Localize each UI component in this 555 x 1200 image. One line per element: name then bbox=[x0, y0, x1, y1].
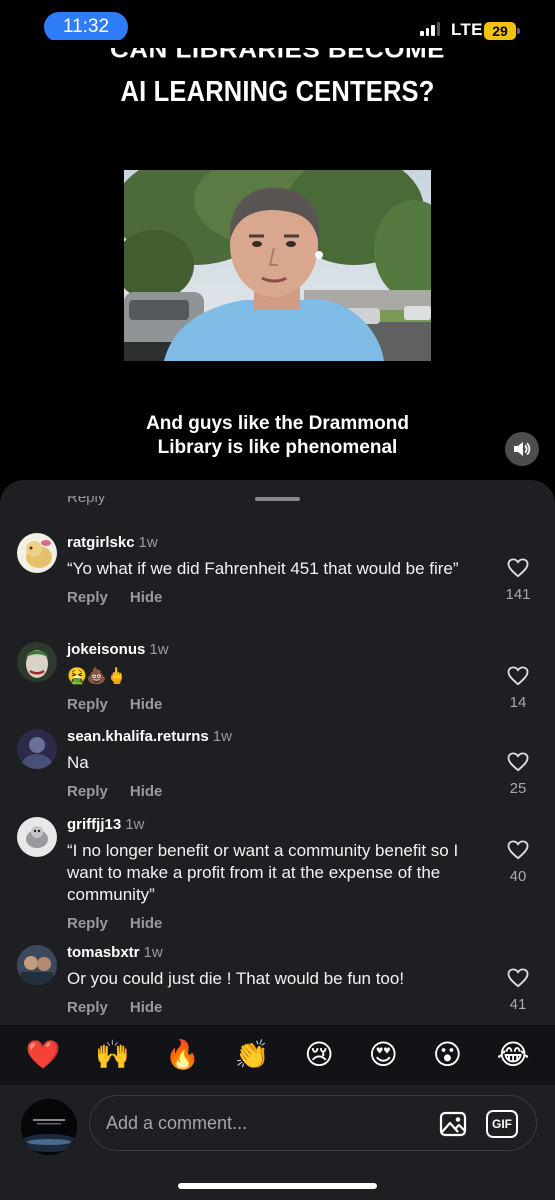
heart-icon bbox=[507, 840, 529, 860]
quick-reactions-bar: ❤️ 🙌 🔥 👏 😢 😍 😮 😂 bbox=[0, 1025, 555, 1085]
like-button[interactable]: 25 bbox=[500, 752, 536, 797]
comment-text: 🤮💩🖕 bbox=[67, 666, 127, 685]
reply-button[interactable]: Reply bbox=[67, 783, 108, 800]
heart-icon bbox=[507, 666, 529, 686]
like-count: 141 bbox=[505, 586, 531, 603]
like-button[interactable]: 40 bbox=[500, 840, 536, 885]
like-count: 40 bbox=[509, 868, 527, 885]
raising-hands-reaction[interactable]: 🙌 bbox=[95, 1041, 130, 1069]
video-title: AI LEARNING CENTERS? bbox=[120, 76, 435, 108]
comment-text: Or you could just die ! That would be fu… bbox=[67, 969, 405, 988]
avatar[interactable] bbox=[17, 533, 57, 573]
like-button[interactable]: 14 bbox=[500, 666, 536, 711]
heart-reaction[interactable]: ❤️ bbox=[25, 1041, 60, 1069]
heart-icon bbox=[507, 558, 529, 578]
comment-time: 1w bbox=[138, 534, 158, 551]
video-frame[interactable] bbox=[124, 170, 431, 361]
hide-button[interactable]: Hide bbox=[130, 915, 163, 932]
drag-handle[interactable] bbox=[255, 497, 300, 501]
image-icon bbox=[439, 1111, 467, 1137]
comment-time: 1w bbox=[125, 816, 145, 833]
comment-username[interactable]: ratgirlskc bbox=[67, 534, 135, 551]
video-title-cut: CAN LIBRARIES BECOME bbox=[109, 48, 445, 63]
avatar-image bbox=[17, 945, 57, 985]
comment-username[interactable]: jokeisonus bbox=[67, 641, 145, 658]
comment-username[interactable]: sean.khalifa.returns bbox=[67, 728, 209, 745]
avatar-image bbox=[17, 817, 57, 857]
comment-time: 1w bbox=[143, 944, 163, 961]
comment-input-placeholder: Add a comment... bbox=[106, 1113, 248, 1133]
avatar-image bbox=[21, 1099, 77, 1155]
like-button[interactable]: 141 bbox=[500, 558, 536, 603]
gif-button[interactable]: GIF bbox=[486, 1110, 518, 1138]
network-label: LTE bbox=[451, 20, 483, 39]
current-user-avatar[interactable] bbox=[21, 1099, 77, 1155]
avatar-image bbox=[17, 642, 57, 682]
clap-reaction[interactable]: 👏 bbox=[235, 1041, 270, 1069]
video-caption: And guys like the Drammond Library is li… bbox=[0, 412, 555, 460]
comment-time: 1w bbox=[212, 728, 232, 745]
caption-line-2: Library is like phenomenal bbox=[157, 437, 398, 458]
avatar[interactable] bbox=[17, 817, 57, 857]
avatar[interactable] bbox=[17, 945, 57, 985]
comment-text: “I no longer benefit or want a community… bbox=[67, 841, 459, 904]
like-count: 14 bbox=[509, 694, 527, 711]
caption-line-1: And guys like the Drammond bbox=[146, 413, 409, 434]
comment-time: 1w bbox=[149, 641, 169, 658]
comment-text: “Yo what if we did Fahrenheit 451 that w… bbox=[67, 559, 459, 578]
comment-input-bar: Add a comment... GIF bbox=[0, 1085, 555, 1200]
status-time[interactable]: 11:32 bbox=[44, 12, 128, 42]
crying-reaction[interactable]: 😢 bbox=[305, 1041, 334, 1069]
reply-button[interactable]: Reply bbox=[67, 589, 108, 606]
comment-input[interactable]: Add a comment... GIF bbox=[89, 1095, 537, 1151]
heart-eyes-reaction[interactable]: 😍 bbox=[369, 1041, 398, 1069]
signal-icon bbox=[420, 22, 440, 36]
laughing-reaction[interactable]: 😂 bbox=[497, 1041, 530, 1069]
reply-button[interactable]: Reply bbox=[67, 696, 108, 713]
surprised-reaction[interactable]: 😮 bbox=[433, 1041, 462, 1069]
comment-username[interactable]: griffjj13 bbox=[67, 816, 121, 833]
like-count: 25 bbox=[509, 780, 527, 797]
fire-reaction[interactable]: 🔥 bbox=[165, 1041, 200, 1069]
battery-icon: 29 bbox=[484, 22, 520, 40]
reply-button[interactable]: Reply bbox=[67, 915, 108, 932]
hide-button[interactable]: Hide bbox=[130, 589, 163, 606]
heart-icon bbox=[507, 968, 529, 988]
cut-reply-link[interactable]: Reply bbox=[67, 496, 105, 514]
like-button[interactable]: 41 bbox=[500, 968, 536, 1013]
hide-button[interactable]: Hide bbox=[130, 999, 163, 1016]
video-frame-image bbox=[124, 170, 431, 361]
comment-text: Na bbox=[67, 753, 89, 772]
avatar[interactable] bbox=[17, 729, 57, 769]
speaker-icon bbox=[514, 442, 531, 456]
hide-button[interactable]: Hide bbox=[130, 783, 163, 800]
hide-button[interactable]: Hide bbox=[130, 696, 163, 713]
comments-sheet: Reply ratgirlskc 1w “Yo what if we did Fa… bbox=[0, 480, 555, 1200]
avatar-image bbox=[17, 533, 57, 573]
video-player[interactable]: CAN LIBRARIES BECOME AI LEARNING CENTERS… bbox=[0, 40, 555, 480]
image-button[interactable] bbox=[439, 1110, 467, 1138]
home-indicator[interactable] bbox=[178, 1183, 377, 1189]
like-count: 41 bbox=[509, 996, 527, 1013]
avatar-image bbox=[17, 729, 57, 769]
mute-button[interactable] bbox=[505, 432, 539, 466]
comment-username[interactable]: tomasbxtr bbox=[67, 944, 140, 961]
avatar[interactable] bbox=[17, 642, 57, 682]
heart-icon bbox=[507, 752, 529, 772]
reply-button[interactable]: Reply bbox=[67, 999, 108, 1016]
